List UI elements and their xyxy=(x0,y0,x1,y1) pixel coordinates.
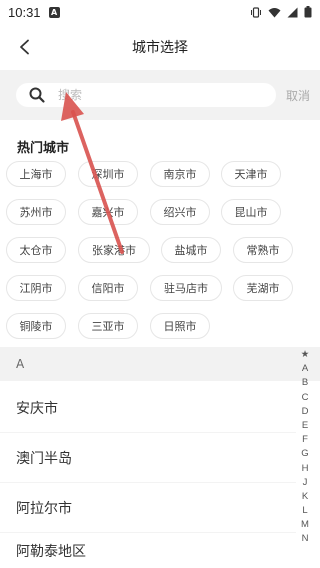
app-header: 城市选择 xyxy=(0,24,320,70)
index-letter[interactable]: J xyxy=(303,476,308,490)
hot-city-chip[interactable]: 芜湖市 xyxy=(233,275,293,301)
search-bar: 取消 xyxy=(0,70,320,120)
index-letter[interactable]: L xyxy=(302,504,307,518)
city-list-item[interactable]: 安庆市 xyxy=(0,383,296,433)
battery-icon xyxy=(304,6,312,18)
alphabet-index[interactable]: ★ A B C D E F G H J K L M N xyxy=(298,348,312,547)
index-letter[interactable]: H xyxy=(302,462,309,476)
page-title: 城市选择 xyxy=(132,40,188,56)
hot-city-chip[interactable]: 张家港市 xyxy=(78,237,150,263)
index-letter-star[interactable]: ★ xyxy=(301,348,310,362)
hot-city-chip[interactable]: 驻马店市 xyxy=(150,275,222,301)
hot-city-chip[interactable]: 昆山市 xyxy=(221,199,281,225)
hot-city-chip[interactable]: 江阴市 xyxy=(6,275,66,301)
hot-cities-title: 热门城市 xyxy=(17,141,70,156)
section-header: A xyxy=(0,347,320,381)
wifi-icon xyxy=(268,7,281,17)
hot-city-chip[interactable]: 天津市 xyxy=(221,161,281,187)
status-time: 10:31 xyxy=(8,4,41,20)
hot-city-chip[interactable]: 信阳市 xyxy=(78,275,138,301)
index-letter[interactable]: B xyxy=(302,376,308,390)
hot-city-chip[interactable]: 日照市 xyxy=(150,313,210,339)
search-box[interactable] xyxy=(16,83,276,107)
hot-city-chip[interactable]: 上海市 xyxy=(6,161,66,187)
index-letter[interactable]: K xyxy=(302,490,308,504)
search-input[interactable] xyxy=(58,85,258,105)
hot-city-chip[interactable]: 盐城市 xyxy=(161,237,221,263)
hot-city-chip[interactable]: 苏州市 xyxy=(6,199,66,225)
chevron-left-icon xyxy=(20,39,29,55)
city-list-item[interactable]: 阿勒泰地区 xyxy=(0,533,296,568)
index-letter[interactable]: A xyxy=(302,362,308,376)
hot-city-chip[interactable]: 嘉兴市 xyxy=(78,199,138,225)
hot-city-chip[interactable]: 深圳市 xyxy=(78,161,138,187)
hot-city-chip[interactable]: 铜陵市 xyxy=(6,313,66,339)
vibrate-icon xyxy=(251,6,261,18)
index-letter[interactable]: G xyxy=(301,447,308,461)
index-letter[interactable]: E xyxy=(302,419,308,433)
city-list-item[interactable]: 阿拉尔市 xyxy=(0,483,296,533)
notification-icon: A xyxy=(48,6,60,18)
index-letter[interactable]: N xyxy=(302,532,309,546)
hot-city-chip[interactable]: 三亚市 xyxy=(78,313,138,339)
hot-city-chip[interactable]: 绍兴市 xyxy=(150,199,210,225)
hot-city-chip[interactable]: 常熟市 xyxy=(233,237,293,263)
cancel-button[interactable]: 取消 xyxy=(286,87,310,104)
status-bar: 10:31 A xyxy=(0,0,320,24)
index-letter[interactable]: D xyxy=(302,405,309,419)
index-letter[interactable]: C xyxy=(302,391,309,405)
section-letter: A xyxy=(16,357,25,371)
signal-icon xyxy=(287,7,298,17)
search-icon xyxy=(29,87,45,103)
hot-city-chip[interactable]: 太仓市 xyxy=(6,237,66,263)
hot-city-chip[interactable]: 南京市 xyxy=(150,161,210,187)
index-letter[interactable]: M xyxy=(301,518,309,532)
city-list-item[interactable]: 澳门半岛 xyxy=(0,433,296,483)
status-icons xyxy=(250,6,312,18)
index-letter[interactable]: F xyxy=(302,433,308,447)
back-button[interactable] xyxy=(12,34,38,60)
